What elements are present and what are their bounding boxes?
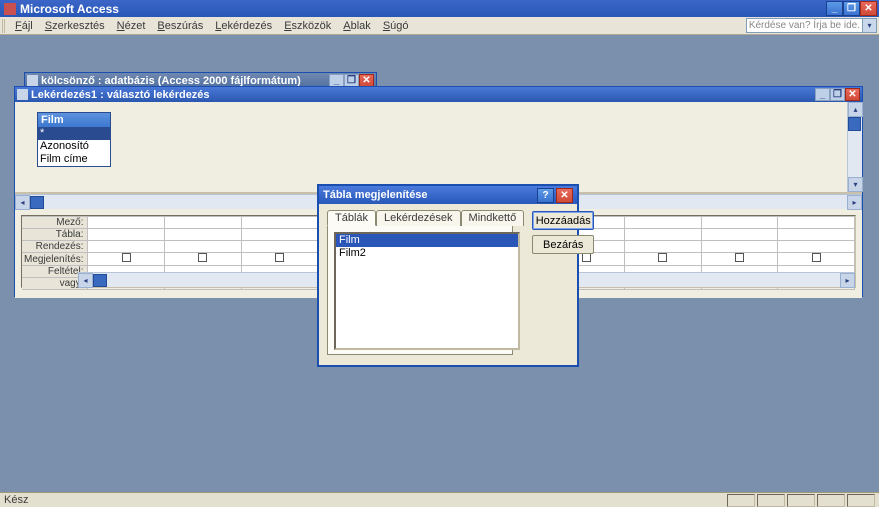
close-button[interactable]: ✕: [860, 1, 877, 16]
dialog-tabs: Táblák Lekérdezések Mindkettő: [327, 209, 524, 225]
menu-edit[interactable]: Szerkesztés: [39, 19, 111, 33]
status-cell: [817, 494, 845, 507]
dialog-help-button[interactable]: ?: [537, 188, 554, 203]
status-cell: [727, 494, 755, 507]
row-header: Mező:: [22, 217, 88, 229]
query-close-button[interactable]: ✕: [845, 88, 860, 101]
minimize-button[interactable]: _: [826, 1, 843, 16]
field-list[interactable]: Film * Azonosító Film címe: [37, 112, 111, 167]
show-checkbox[interactable]: [701, 253, 778, 266]
close-dialog-button[interactable]: Bezárás: [532, 235, 594, 254]
scroll-left-icon[interactable]: ◂: [15, 195, 30, 210]
dialog-title: Tábla megjelenítése: [323, 189, 537, 201]
menu-file[interactable]: Fájl: [9, 19, 39, 33]
tables-pane[interactable]: Film * Azonosító Film címe ▴ ▾: [15, 102, 862, 194]
restore-button[interactable]: ❐: [843, 1, 860, 16]
query-maximize-button[interactable]: ❐: [830, 88, 845, 101]
menu-tools[interactable]: Eszközök: [278, 19, 337, 33]
show-checkbox[interactable]: [165, 253, 242, 266]
scroll-right-icon[interactable]: ▸: [840, 273, 855, 288]
app-titlebar: Microsoft Access _ ❐ ✕: [0, 0, 879, 17]
scroll-down-icon[interactable]: ▾: [848, 177, 863, 192]
grip-icon: [2, 19, 6, 33]
table-listbox[interactable]: Film Film2: [334, 232, 520, 350]
app-icon: [4, 3, 16, 15]
tab-queries[interactable]: Lekérdezések: [376, 210, 461, 226]
show-checkbox[interactable]: [88, 253, 165, 266]
db-icon: [27, 75, 38, 86]
status-text: Kész: [4, 494, 725, 506]
field-row[interactable]: *: [38, 127, 110, 140]
menubar: Fájl Szerkesztés Nézet Beszúrás Lekérdez…: [0, 17, 879, 35]
menu-query[interactable]: Lekérdezés: [209, 19, 278, 33]
show-checkbox[interactable]: [241, 253, 318, 266]
dialog-titlebar[interactable]: Tábla megjelenítése ? ✕: [319, 186, 577, 204]
query-window-title-text: Lekérdezés1 : választó lekérdezés: [31, 89, 815, 101]
query-minimize-button[interactable]: _: [815, 88, 830, 101]
status-cell: [757, 494, 785, 507]
menu-insert[interactable]: Beszúrás: [151, 19, 209, 33]
menu-help[interactable]: Súgó: [377, 19, 415, 33]
scroll-left-icon[interactable]: ◂: [78, 273, 93, 288]
show-table-dialog: Tábla megjelenítése ? ✕ Táblák Lekérdezé…: [317, 184, 579, 367]
help-search-dropdown[interactable]: ▾: [863, 18, 877, 33]
scroll-thumb[interactable]: [848, 117, 861, 131]
query-window-title[interactable]: Lekérdezés1 : választó lekérdezés _ ❐ ✕: [15, 87, 862, 102]
tab-both[interactable]: Mindkettő: [461, 210, 525, 226]
scroll-up-icon[interactable]: ▴: [848, 102, 863, 117]
add-button[interactable]: Hozzáadás: [532, 211, 594, 230]
list-item[interactable]: Film2: [336, 247, 518, 260]
database-window[interactable]: kölcsönző : adatbázis (Access 2000 fájlf…: [24, 72, 377, 87]
field-row[interactable]: Film címe: [38, 153, 110, 166]
app-title: Microsoft Access: [20, 2, 826, 16]
mdi-area: kölcsönző : adatbázis (Access 2000 fájlf…: [0, 35, 879, 492]
status-cell: [787, 494, 815, 507]
status-cell: [847, 494, 875, 507]
query-icon: [17, 89, 28, 100]
list-item[interactable]: Film: [336, 234, 518, 247]
menu-window[interactable]: Ablak: [337, 19, 377, 33]
scroll-thumb[interactable]: [93, 274, 107, 287]
tab-tables[interactable]: Táblák: [327, 210, 376, 226]
help-search-input[interactable]: Kérdése van? Írja be ide.: [746, 18, 863, 33]
row-header: Megjelenítés:: [22, 253, 88, 266]
dialog-close-button[interactable]: ✕: [556, 188, 573, 203]
scroll-thumb[interactable]: [30, 196, 44, 209]
row-header: Tábla:: [22, 229, 88, 241]
show-checkbox[interactable]: [624, 253, 701, 266]
menu-view[interactable]: Nézet: [111, 19, 152, 33]
show-checkbox[interactable]: [778, 253, 855, 266]
database-window-title-text: kölcsönző : adatbázis (Access 2000 fájlf…: [41, 75, 329, 87]
tables-vscroll[interactable]: ▴ ▾: [847, 102, 862, 192]
row-header: Rendezés:: [22, 241, 88, 253]
scroll-right-icon[interactable]: ▸: [847, 195, 862, 210]
field-row[interactable]: Azonosító: [38, 140, 110, 153]
statusbar: Kész: [0, 492, 879, 507]
field-list-title[interactable]: Film: [38, 113, 110, 127]
